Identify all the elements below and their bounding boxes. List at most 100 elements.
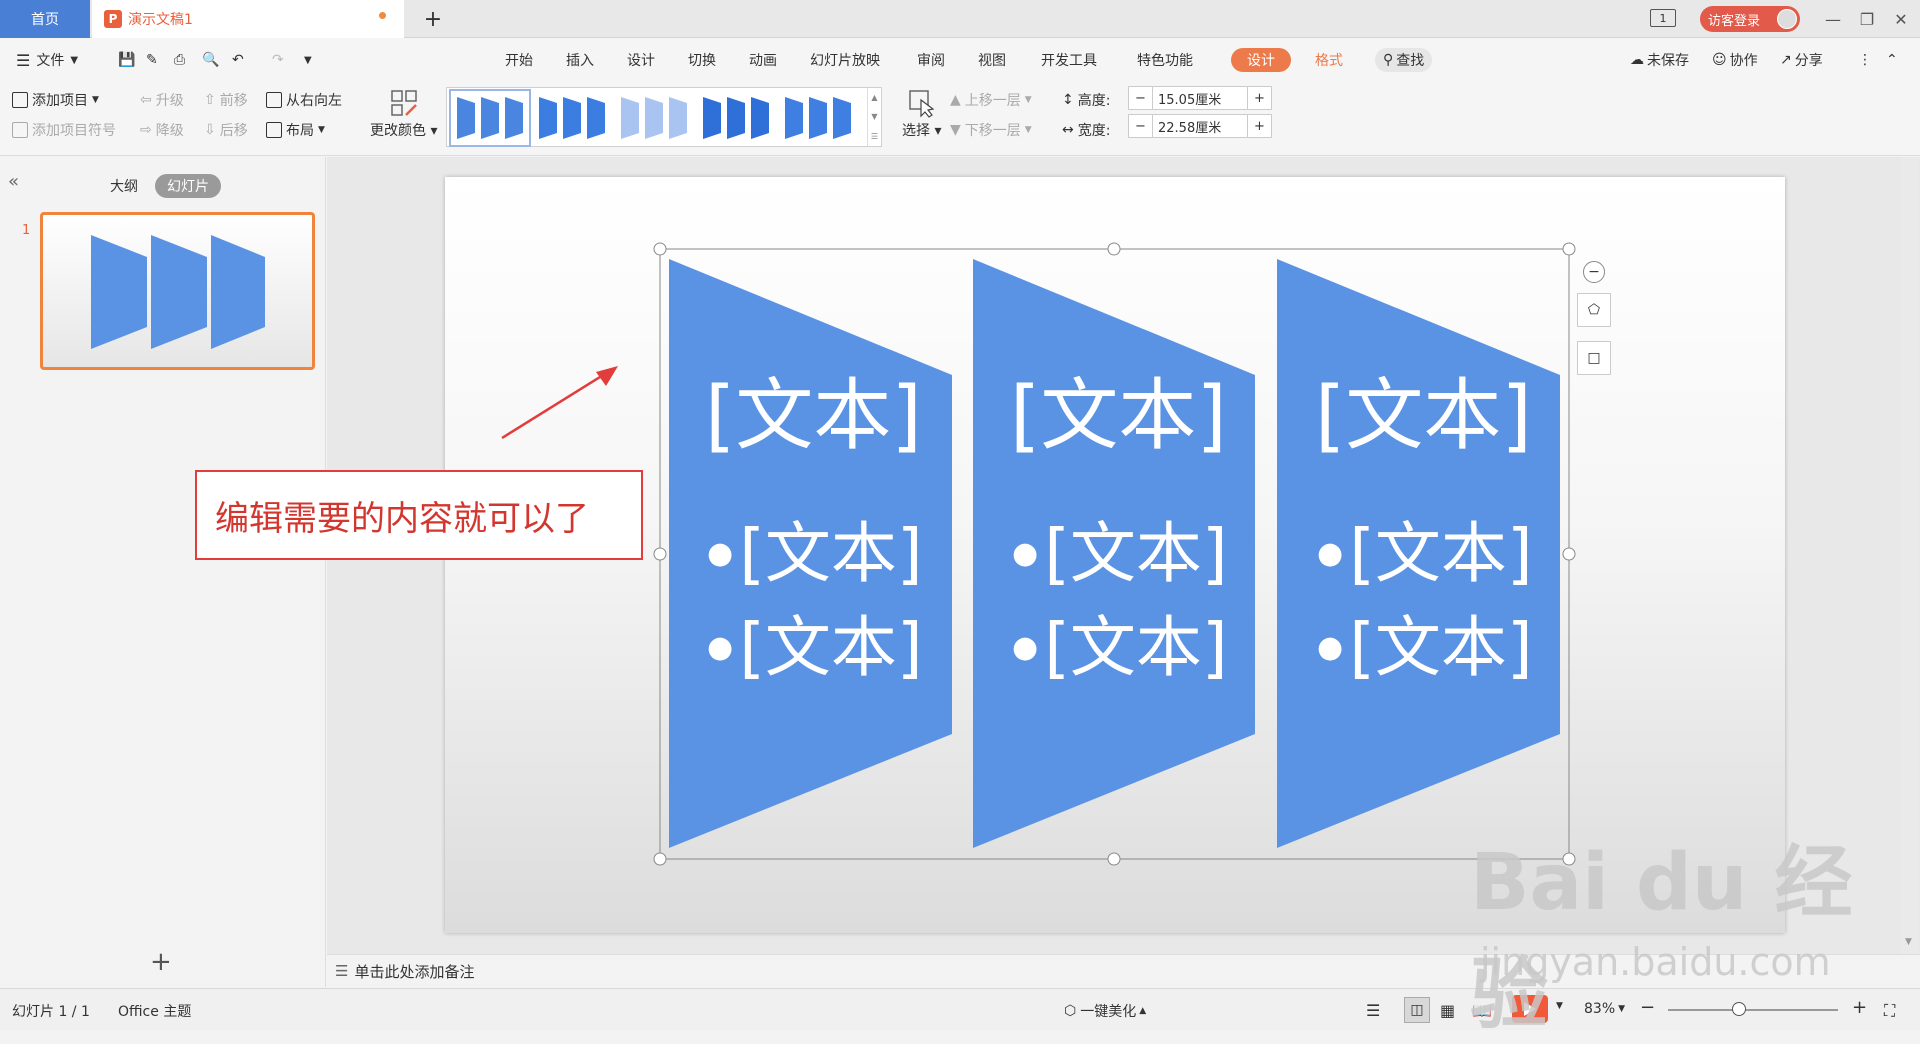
unsaved-label: 未保存 bbox=[1647, 53, 1689, 69]
collab-button[interactable]: ☺ 协作 bbox=[1712, 48, 1758, 72]
redo-icon[interactable]: ↷ bbox=[272, 48, 284, 72]
tab-home[interactable]: 首页 bbox=[0, 0, 90, 38]
height-field[interactable]: − 15.05厘米 + bbox=[1128, 86, 1272, 110]
tab-outline[interactable]: 大纲 bbox=[110, 174, 138, 198]
width-field[interactable]: − 22.58厘米 + bbox=[1128, 114, 1272, 138]
shape-outline-icon[interactable]: □ bbox=[1577, 341, 1611, 375]
height-increase-button[interactable]: + bbox=[1247, 87, 1271, 109]
move-up-button[interactable]: ⇧ 前移 bbox=[204, 90, 248, 110]
shape-fill-icon[interactable]: ⬠ bbox=[1577, 293, 1611, 327]
column-3-bullet-2[interactable]: ● [文本] bbox=[1317, 615, 1533, 681]
column-2-title[interactable]: [文本] bbox=[1010, 377, 1230, 455]
annotation-callout: 编辑需要的内容就可以了 bbox=[195, 470, 643, 560]
style-option[interactable] bbox=[615, 91, 693, 145]
menu-smartart-design[interactable]: 设计 bbox=[1231, 48, 1291, 72]
quick-access-dropdown-icon[interactable]: ▼ bbox=[304, 48, 312, 72]
print-preview-icon[interactable]: 🔍 bbox=[202, 48, 219, 72]
style-option[interactable] bbox=[697, 91, 775, 145]
notes-toggle-icon[interactable]: ☰ bbox=[1366, 1001, 1380, 1020]
height-value[interactable]: 15.05厘米 bbox=[1153, 89, 1247, 108]
window-count-badge[interactable]: 1 bbox=[1650, 9, 1676, 27]
chevron-down-icon: ▼ bbox=[871, 112, 878, 122]
gallery-scroll[interactable]: ▲ ▼ ☰ bbox=[867, 88, 881, 146]
style-option[interactable] bbox=[449, 89, 531, 147]
add-slide-button[interactable]: + bbox=[150, 947, 172, 977]
menu-developer[interactable]: 开发工具 bbox=[1041, 48, 1097, 72]
zoom-out-icon[interactable]: − bbox=[1583, 261, 1605, 283]
normal-view-icon[interactable]: ◫ bbox=[1404, 997, 1430, 1023]
promote-button[interactable]: ⇦ 升级 bbox=[140, 90, 184, 110]
menu-start[interactable]: 开始 bbox=[505, 48, 533, 72]
menu-design-tab[interactable]: 设计 bbox=[627, 48, 655, 72]
add-bullet-button[interactable]: 添加项目符号 bbox=[12, 120, 116, 140]
column-2-bullet-1[interactable]: ● [文本] bbox=[1012, 521, 1228, 587]
theme-name[interactable]: Office 主题 bbox=[118, 1001, 191, 1021]
tab-slides[interactable]: 幻灯片 bbox=[155, 174, 221, 198]
restore-icon[interactable]: ❐ bbox=[1852, 6, 1882, 32]
collapse-panel-icon[interactable]: « bbox=[8, 171, 19, 192]
format-painter-icon[interactable]: ✎ bbox=[146, 48, 158, 72]
beautify-button[interactable]: ⬡ 一键美化 ▲ bbox=[1064, 1001, 1146, 1021]
menu-format[interactable]: 格式 bbox=[1315, 48, 1343, 72]
share-button[interactable]: ↗ 分享 bbox=[1780, 48, 1823, 72]
add-bullet-label: 添加项目符号 bbox=[32, 123, 116, 139]
save-icon[interactable]: 💾 bbox=[118, 48, 135, 72]
search-icon: ⚲ bbox=[1383, 52, 1394, 68]
file-menu[interactable]: ☰ 文件 ▼ bbox=[16, 48, 78, 72]
style-option[interactable] bbox=[779, 91, 857, 145]
style-option[interactable] bbox=[533, 91, 611, 145]
file-menu-label: 文件 bbox=[36, 53, 65, 69]
chevron-down-icon: ▼ bbox=[92, 95, 99, 105]
chevron-up-icon: ▲ bbox=[1139, 1006, 1147, 1016]
slide-thumbnail[interactable] bbox=[40, 212, 315, 370]
move-down-button[interactable]: ⇩ 后移 bbox=[204, 120, 248, 140]
style-gallery[interactable]: ▲ ▼ ☰ bbox=[446, 87, 882, 147]
tab-document[interactable]: P 演示文稿1 bbox=[92, 0, 404, 38]
width-increase-button[interactable]: + bbox=[1247, 115, 1271, 137]
close-icon[interactable]: ✕ bbox=[1886, 6, 1916, 32]
column-1-title[interactable]: [文本] bbox=[705, 377, 925, 455]
login-button[interactable]: 访客登录 bbox=[1700, 6, 1800, 32]
sorter-view-icon[interactable]: ▦ bbox=[1440, 1001, 1455, 1020]
column-2-bullet-2[interactable]: ● [文本] bbox=[1012, 615, 1228, 681]
menu-animation[interactable]: 动画 bbox=[749, 48, 777, 72]
minimize-icon[interactable]: — bbox=[1818, 6, 1848, 32]
more-options-icon[interactable]: ⋮ bbox=[1858, 48, 1872, 72]
menu-view[interactable]: 视图 bbox=[978, 48, 1006, 72]
unsaved-button[interactable]: ☁ 未保存 bbox=[1630, 48, 1689, 72]
undo-icon[interactable]: ↶ bbox=[232, 48, 244, 72]
slide-count: 幻灯片 1 / 1 bbox=[12, 1004, 90, 1020]
change-color-button[interactable]: 更改颜色 ▾ bbox=[370, 88, 437, 140]
layer-up-icon: ▲ bbox=[950, 92, 961, 108]
select-label: 选择 ▾ bbox=[902, 123, 942, 139]
collapse-ribbon-icon[interactable]: ⌃ bbox=[1886, 48, 1898, 72]
send-backward-button[interactable]: ▼ 下移一层 ▼ bbox=[950, 120, 1032, 140]
menu-bar: ☰ 文件 ▼ 💾 ✎ ⎙ 🔍 ↶ ↷ ▼ 开始 插入 设计 切换 动画 幻灯片放… bbox=[0, 38, 1920, 82]
right-to-left-button[interactable]: 从右向左 bbox=[266, 90, 342, 110]
rtl-label: 从右向左 bbox=[286, 93, 342, 109]
presentation-icon: P bbox=[104, 10, 122, 28]
menu-slideshow[interactable]: 幻灯片放映 bbox=[810, 48, 880, 72]
print-icon[interactable]: ⎙ bbox=[174, 48, 185, 72]
select-button[interactable]: 选择 ▾ bbox=[902, 88, 941, 140]
menu-transition[interactable]: 切换 bbox=[688, 48, 716, 72]
width-label: ↔ 宽度: bbox=[1062, 122, 1111, 139]
watermark-url: jingyan.baidu.com bbox=[1480, 940, 1831, 984]
demote-button[interactable]: ⇨ 降级 bbox=[140, 120, 184, 140]
menu-insert[interactable]: 插入 bbox=[566, 48, 594, 72]
new-tab-button[interactable]: + bbox=[420, 6, 446, 32]
column-3-title[interactable]: [文本] bbox=[1315, 377, 1535, 455]
bring-forward-button[interactable]: ▲ 上移一层 ▼ bbox=[950, 90, 1032, 110]
layout-button[interactable]: 布局 ▼ bbox=[266, 120, 325, 140]
column-1-bullet-1[interactable]: ● [文本] bbox=[707, 521, 923, 587]
menu-features[interactable]: 特色功能 bbox=[1137, 48, 1193, 72]
column-3-bullet-1[interactable]: ● [文本] bbox=[1317, 521, 1533, 587]
search-button[interactable]: ⚲ 查找 bbox=[1375, 48, 1433, 72]
menu-review[interactable]: 审阅 bbox=[917, 48, 945, 72]
width-value[interactable]: 22.58厘米 bbox=[1153, 117, 1247, 136]
height-decrease-button[interactable]: − bbox=[1129, 87, 1153, 109]
width-decrease-button[interactable]: − bbox=[1129, 115, 1153, 137]
column-1-bullet-2[interactable]: ● [文本] bbox=[707, 615, 923, 681]
bring-forward-label: 上移一层 bbox=[964, 93, 1021, 109]
add-item-button[interactable]: 添加项目 ▼ bbox=[12, 90, 99, 110]
